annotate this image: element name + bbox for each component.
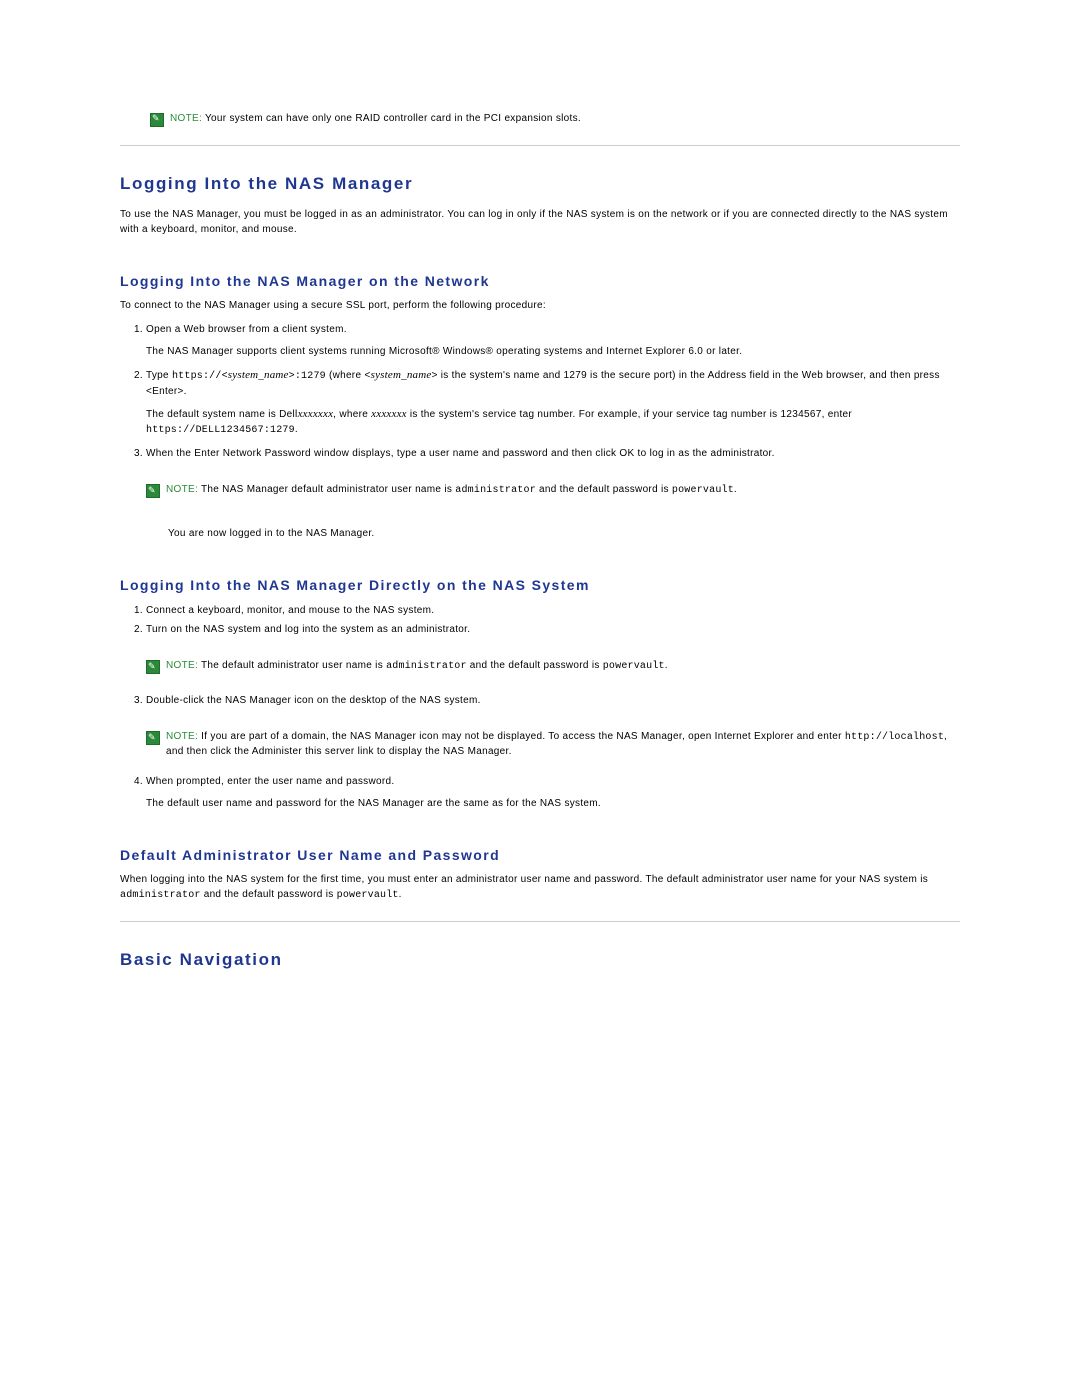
direct-steps: Connect a keyboard, monitor, and mouse t… xyxy=(120,603,960,811)
logged-in-line: You are now logged in to the NAS Manager… xyxy=(168,527,960,542)
heading-logging-in: Logging Into the NAS Manager xyxy=(120,174,960,194)
note-text: NOTE: The default administrator user nam… xyxy=(166,659,668,675)
step-note: The default system name is Dellxxxxxxx, … xyxy=(146,407,960,438)
heading-default-creds: Default Administrator User Name and Pass… xyxy=(120,847,960,863)
list-item: When the Enter Network Password window d… xyxy=(146,446,960,541)
heading-direct: Logging Into the NAS Manager Directly on… xyxy=(120,577,960,593)
note-icon xyxy=(146,484,160,498)
heading-basic-nav: Basic Navigation xyxy=(120,950,960,970)
step-note: The NAS Manager supports client systems … xyxy=(146,345,960,360)
note-icon xyxy=(146,660,160,674)
note-domain: NOTE: If you are part of a domain, the N… xyxy=(146,730,960,760)
list-item: When prompted, enter the user name and p… xyxy=(146,774,960,812)
network-steps: Open a Web browser from a client system.… xyxy=(120,322,960,542)
list-item: Turn on the NAS system and log into the … xyxy=(146,622,960,675)
list-item: Double-click the NAS Manager icon on the… xyxy=(146,693,960,760)
default-creds-paragraph: When logging into the NAS system for the… xyxy=(120,873,960,903)
intro-paragraph: To use the NAS Manager, you must be logg… xyxy=(120,208,960,237)
list-item: Type https://<system_name>:1279 (where <… xyxy=(146,367,960,438)
heading-network: Logging Into the NAS Manager on the Netw… xyxy=(120,273,960,289)
note-icon xyxy=(150,113,164,127)
note-text: NOTE: Your system can have only one RAID… xyxy=(170,112,581,127)
note-admin-default: NOTE: The NAS Manager default administra… xyxy=(146,483,960,499)
note-default-admin: NOTE: The default administrator user nam… xyxy=(146,659,960,675)
note-text: NOTE: If you are part of a domain, the N… xyxy=(166,730,960,760)
list-item: Open a Web browser from a client system.… xyxy=(146,322,960,360)
divider xyxy=(120,145,960,146)
divider xyxy=(120,921,960,922)
list-item: Connect a keyboard, monitor, and mouse t… xyxy=(146,603,960,618)
step-note: The default user name and password for t… xyxy=(146,797,960,812)
note-icon xyxy=(146,731,160,745)
connect-line: To connect to the NAS Manager using a se… xyxy=(120,299,960,314)
note-text: NOTE: The NAS Manager default administra… xyxy=(166,483,737,499)
note-top: NOTE: Your system can have only one RAID… xyxy=(150,112,960,127)
